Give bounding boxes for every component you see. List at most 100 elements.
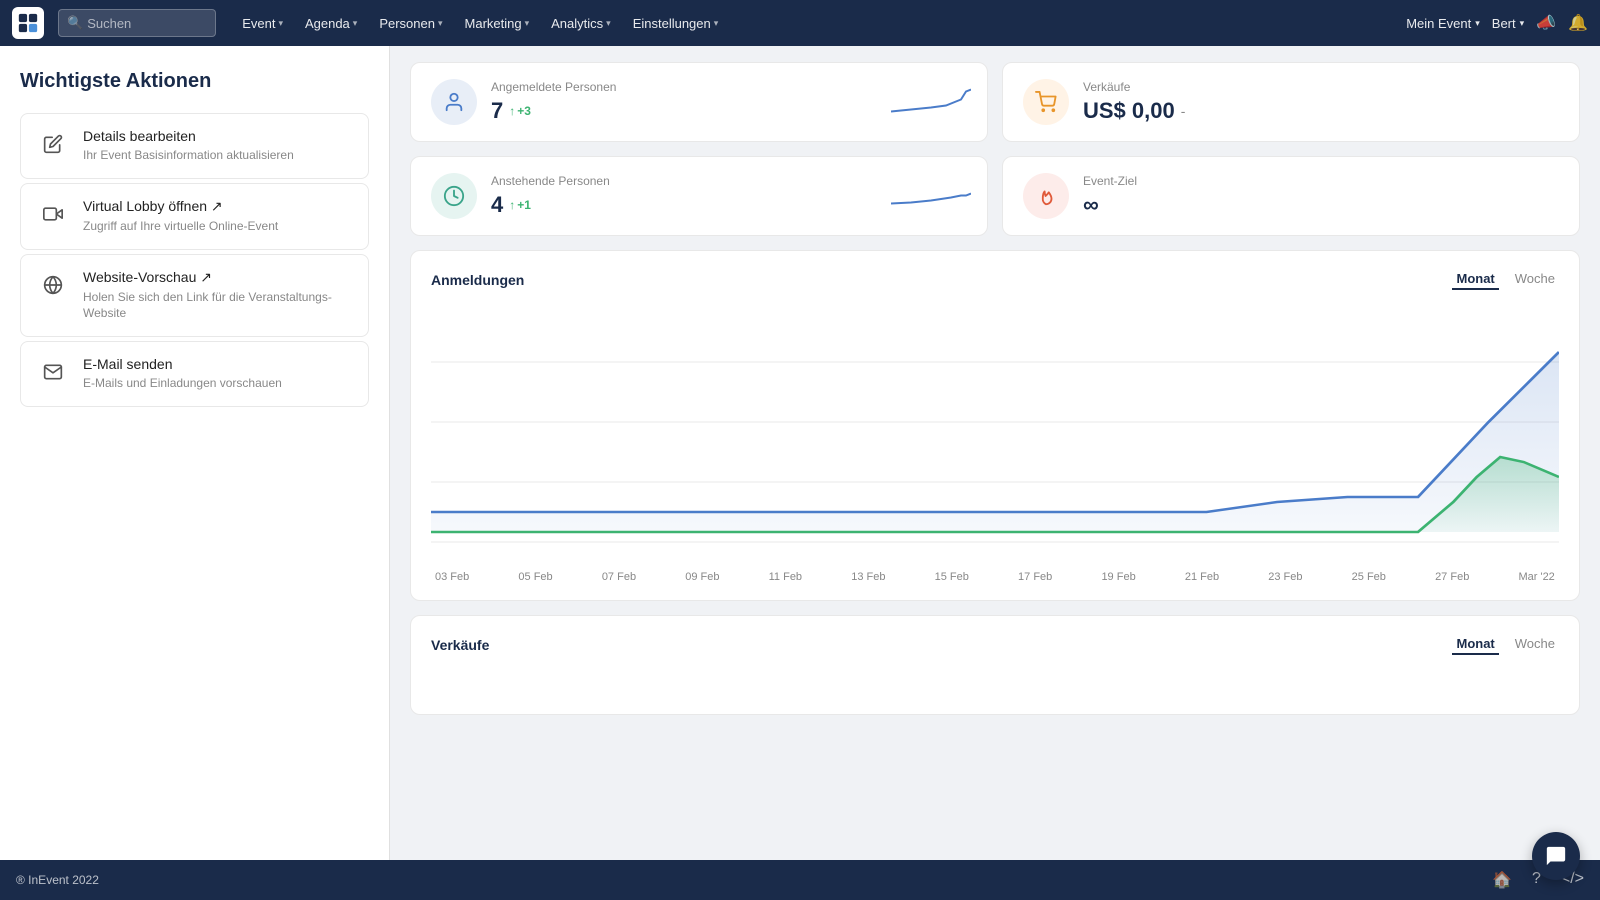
content-area: Angemeldete Personen 7 ↑ +3: [390, 46, 1600, 860]
nav-item-marketing[interactable]: Marketing ▾: [455, 10, 540, 37]
stat-card-verkaeufe: Verkäufe US$ 0,00 -: [1002, 62, 1580, 142]
chevron-down-icon: ▾: [438, 18, 443, 29]
nav-menu: Event ▾ Agenda ▾ Personen ▾ Marketing ▾ …: [232, 10, 1398, 37]
action-email[interactable]: E-Mail senden E-Mails und Einladungen vo…: [20, 341, 369, 407]
cart-icon-wrap: [1023, 79, 1069, 125]
anmeldungen-chart-tabs: Monat Woche: [1452, 269, 1559, 290]
x-label-0: 03 Feb: [435, 571, 469, 582]
bell-icon[interactable]: 🔔: [1568, 13, 1588, 33]
nav-item-einstellungen[interactable]: Einstellungen ▾: [623, 10, 729, 37]
nav-item-analytics[interactable]: Analytics ▾: [541, 10, 621, 37]
action-email-title: E-Mail senden: [83, 356, 352, 372]
anmeldungen-chart-title: Anmeldungen: [431, 272, 524, 288]
search-input[interactable]: [87, 16, 207, 31]
megaphone-icon[interactable]: 📣: [1536, 13, 1556, 33]
home-icon[interactable]: 🏠: [1492, 870, 1512, 890]
search-icon: 🔍: [67, 15, 83, 31]
stat-content-event-ziel: Event-Ziel ∞: [1083, 174, 1559, 218]
x-label-8: 19 Feb: [1101, 571, 1135, 582]
stat-cards: Angemeldete Personen 7 ↑ +3: [410, 62, 1580, 236]
navbar: 🔍 Event ▾ Agenda ▾ Personen ▾ Marketing …: [0, 0, 1600, 46]
sidebar-title: Wichtigste Aktionen: [20, 70, 369, 93]
anmeldungen-chart-area: 03 Feb 05 Feb 07 Feb 09 Feb 11 Feb 13 Fe…: [431, 302, 1559, 582]
stat-card-angemeldete: Angemeldete Personen 7 ↑ +3: [410, 62, 988, 142]
action-website-content: Website-Vorschau ↗ Holen Sie sich den Li…: [83, 269, 352, 323]
x-label-2: 07 Feb: [602, 571, 636, 582]
sidebar: Wichtigste Aktionen Details bearbeiten I…: [0, 46, 390, 860]
x-label-6: 15 Feb: [935, 571, 969, 582]
user-menu[interactable]: Bert ▾: [1492, 16, 1524, 31]
mein-event-button[interactable]: Mein Event ▾: [1406, 16, 1480, 31]
action-lobby-subtitle: Zugriff auf Ihre virtuelle Online-Event: [83, 218, 352, 235]
chevron-down-icon: ▾: [1475, 18, 1480, 29]
chevron-down-icon: ▾: [278, 18, 283, 29]
x-label-3: 09 Feb: [685, 571, 719, 582]
anmeldungen-tab-monat[interactable]: Monat: [1452, 269, 1498, 290]
person-icon-wrap: [431, 79, 477, 125]
chevron-down-icon: ▾: [606, 18, 611, 29]
envelope-icon: [37, 356, 69, 388]
footer: ® InEvent 2022 🏠 ? </>: [0, 860, 1600, 900]
stat-delta-anstehende: ↑ +1: [509, 198, 531, 212]
action-lobby-content: Virtual Lobby öffnen ↗ Zugriff auf Ihre …: [83, 198, 352, 235]
action-website-title: Website-Vorschau ↗: [83, 269, 352, 286]
stat-label-event-ziel: Event-Ziel: [1083, 174, 1559, 188]
footer-copyright: ® InEvent 2022: [16, 873, 99, 887]
verkaeufe-chart-title: Verkäufe: [431, 637, 489, 653]
globe-icon: [37, 269, 69, 301]
action-details-title: Details bearbeiten: [83, 128, 352, 144]
verkaeufe-chart-section: Verkäufe Monat Woche: [410, 615, 1580, 715]
navbar-right: Mein Event ▾ Bert ▾ 📣 🔔: [1406, 13, 1588, 33]
action-details-content: Details bearbeiten Ihr Event Basisinform…: [83, 128, 352, 164]
action-details[interactable]: Details bearbeiten Ihr Event Basisinform…: [20, 113, 369, 179]
action-lobby-title: Virtual Lobby öffnen ↗: [83, 198, 352, 215]
stat-card-anstehende: Anstehende Personen 4 ↑ +1: [410, 156, 988, 236]
action-website-subtitle: Holen Sie sich den Link für die Veransta…: [83, 289, 352, 323]
action-email-subtitle: E-Mails und Einladungen vorschauen: [83, 375, 352, 392]
chevron-down-icon: ▾: [353, 18, 358, 29]
nav-item-personen[interactable]: Personen ▾: [369, 10, 452, 37]
action-website[interactable]: Website-Vorschau ↗ Holen Sie sich den Li…: [20, 254, 369, 338]
chevron-down-icon: ▾: [714, 18, 719, 29]
stat-value-verkaeufe: US$ 0,00 -: [1083, 98, 1559, 124]
x-label-13: Mar '22: [1518, 571, 1554, 582]
nav-item-agenda[interactable]: Agenda ▾: [295, 10, 367, 37]
nav-item-event[interactable]: Event ▾: [232, 10, 293, 37]
stat-card-event-ziel: Event-Ziel ∞: [1002, 156, 1580, 236]
x-label-4: 11 Feb: [769, 571, 802, 582]
chevron-down-icon: ▾: [1520, 18, 1525, 29]
sidebar-actions: Details bearbeiten Ihr Event Basisinform…: [20, 113, 369, 407]
logo[interactable]: [12, 7, 44, 39]
main-layout: Wichtigste Aktionen Details bearbeiten I…: [0, 46, 1600, 860]
stat-value-event-ziel: ∞: [1083, 192, 1559, 218]
anmeldungen-chart-section: Anmeldungen Monat Woche: [410, 250, 1580, 601]
anmeldungen-chart-header: Anmeldungen Monat Woche: [431, 269, 1559, 290]
x-label-5: 13 Feb: [851, 571, 885, 582]
verkaeufe-chart-header: Verkäufe Monat Woche: [431, 634, 1559, 655]
x-label-7: 17 Feb: [1018, 571, 1052, 582]
anmeldungen-tab-woche[interactable]: Woche: [1511, 269, 1559, 290]
pencil-icon: [37, 128, 69, 160]
stat-chart-anstehende: [891, 176, 971, 217]
x-label-12: 27 Feb: [1435, 571, 1469, 582]
clock-icon-wrap: [431, 173, 477, 219]
x-label-10: 23 Feb: [1268, 571, 1302, 582]
search-bar[interactable]: 🔍: [58, 9, 216, 37]
verkaeufe-chart-tabs: Monat Woche: [1452, 634, 1559, 655]
action-email-content: E-Mail senden E-Mails und Einladungen vo…: [83, 356, 352, 392]
x-label-11: 25 Feb: [1352, 571, 1386, 582]
action-lobby[interactable]: Virtual Lobby öffnen ↗ Zugriff auf Ihre …: [20, 183, 369, 250]
x-label-1: 05 Feb: [518, 571, 552, 582]
chevron-down-icon: ▾: [525, 18, 530, 29]
verkaeufe-tab-monat[interactable]: Monat: [1452, 634, 1498, 655]
stat-chart-angemeldete: [891, 82, 971, 123]
x-label-9: 21 Feb: [1185, 571, 1219, 582]
stat-label-verkaeufe: Verkäufe: [1083, 80, 1559, 94]
verkaeufe-tab-woche[interactable]: Woche: [1511, 634, 1559, 655]
stat-delta-angemeldete: ↑ +3: [509, 104, 531, 118]
action-details-subtitle: Ihr Event Basisinformation aktualisieren: [83, 147, 352, 164]
video-icon: [37, 198, 69, 230]
stat-content-verkaeufe: Verkäufe US$ 0,00 -: [1083, 80, 1559, 124]
chat-button[interactable]: [1532, 832, 1580, 880]
fire-icon-wrap: [1023, 173, 1069, 219]
